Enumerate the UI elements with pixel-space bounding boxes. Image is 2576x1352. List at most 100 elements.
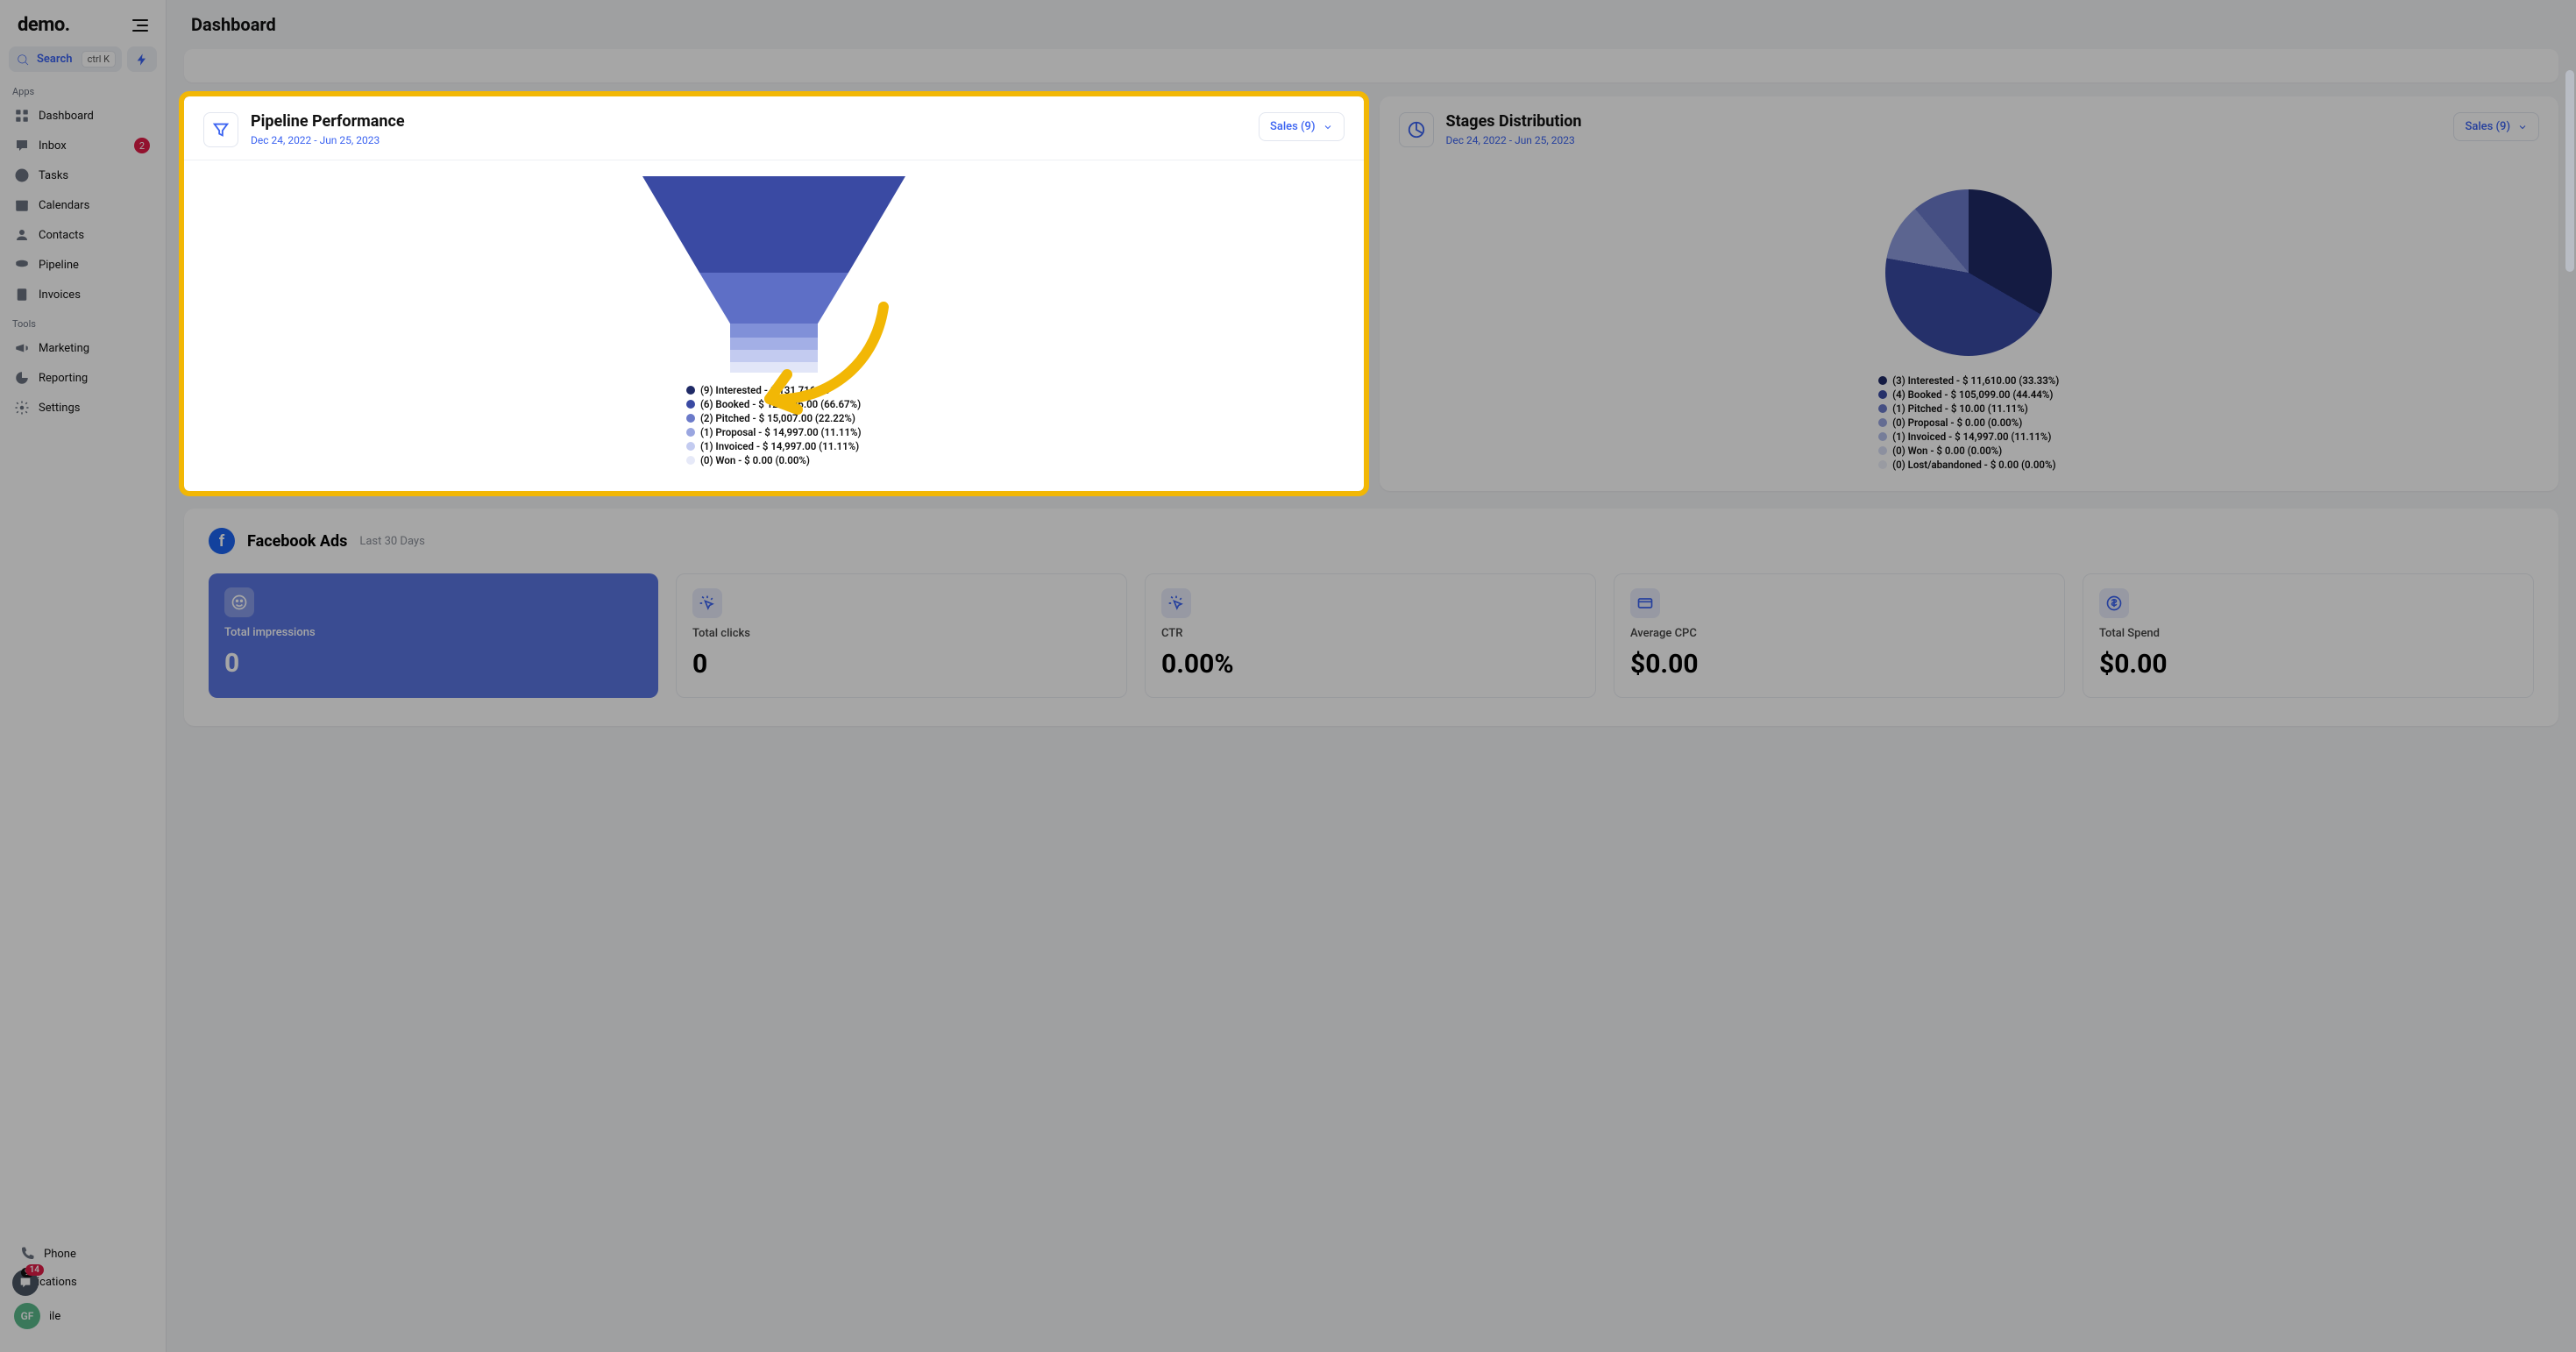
pipeline-performance-card: Pipeline Performance Dec 24, 2022 - Jun … <box>184 96 1364 491</box>
gear-icon <box>14 400 30 416</box>
card-icon <box>1630 588 1660 618</box>
calendar-icon <box>14 197 30 213</box>
nav-label: Dashboard <box>39 110 94 123</box>
fb-title: Facebook Ads <box>247 532 347 551</box>
sidebar-item-pipeline[interactable]: Pipeline <box>7 250 159 280</box>
sidebar: demo. Search ctrl K Apps Dashboard Inbox… <box>0 0 167 1352</box>
app-logo: demo. <box>18 14 70 36</box>
scrollbar-thumb[interactable] <box>2565 70 2574 272</box>
legend-item: (0) Won - $ 0.00 (0.00%) <box>686 453 862 467</box>
legend-item: (0) Proposal - $ 0.00 (0.00%) <box>1878 416 2059 430</box>
content-strip <box>184 49 2558 82</box>
nav-label: Invoices <box>39 288 81 302</box>
stages-filter-dropdown[interactable]: Sales (9) <box>2453 112 2539 141</box>
menu-collapse-icon[interactable] <box>132 19 148 32</box>
metric-value: 0 <box>692 649 1111 680</box>
legend-item: (0) Won - $ 0.00 (0.00%) <box>1878 444 2059 458</box>
invoice-icon <box>14 287 30 302</box>
legend-item: (2) Pitched - $ 15,007.00 (22.22%) <box>686 411 862 425</box>
pipeline-icon <box>14 257 30 273</box>
dropdown-label: Sales (9) <box>2465 120 2510 133</box>
pie-chart-icon <box>1399 112 1434 147</box>
legend-item: (1) Invoiced - $ 14,997.00 (11.11%) <box>686 439 862 453</box>
chart-icon <box>14 370 30 386</box>
stages-distribution-card: Stages Distribution Dec 24, 2022 - Jun 2… <box>1380 96 2559 491</box>
sidebar-item-calendars[interactable]: Calendars <box>7 190 159 220</box>
search-icon <box>16 53 30 67</box>
metric-ctr[interactable]: CTR 0.00% <box>1145 573 1596 698</box>
funnel-chart <box>642 176 905 373</box>
card-title: Stages Distribution <box>1446 112 2442 131</box>
dollar-icon <box>2099 588 2129 618</box>
sidebar-item-inbox[interactable]: Inbox 2 <box>7 131 159 160</box>
card-date-range[interactable]: Dec 24, 2022 - Jun 25, 2023 <box>251 134 1246 146</box>
sidebar-item-contacts[interactable]: Contacts <box>7 220 159 250</box>
metric-clicks[interactable]: Total clicks 0 <box>676 573 1127 698</box>
pipeline-filter-dropdown[interactable]: Sales (9) <box>1259 112 1345 141</box>
metric-value: $0.00 <box>2099 649 2517 680</box>
sidebar-item-notifications[interactable]: 9 14 ications <box>12 1269 153 1296</box>
nav-label: Calendars <box>39 199 89 212</box>
sidebar-item-settings[interactable]: Settings <box>7 393 159 423</box>
legend-item: (1) Proposal - $ 14,997.00 (11.11%) <box>686 425 862 439</box>
inbox-icon <box>14 138 30 153</box>
click-icon <box>692 588 722 618</box>
sidebar-section-apps: Apps <box>7 77 159 101</box>
smile-icon <box>224 587 254 617</box>
person-icon <box>14 227 30 243</box>
facebook-icon: f <box>209 528 235 554</box>
metric-impressions[interactable]: Total impressions 0 <box>209 573 658 698</box>
nav-label: ile <box>49 1310 60 1323</box>
metric-value: 0.00% <box>1161 649 1579 680</box>
metric-label: Average CPC <box>1630 627 2048 640</box>
card-date-range[interactable]: Dec 24, 2022 - Jun 25, 2023 <box>1446 134 2442 146</box>
search-button[interactable]: Search ctrl K <box>9 46 122 72</box>
sidebar-item-marketing[interactable]: Marketing <box>7 333 159 363</box>
inbox-badge: 2 <box>134 138 150 153</box>
chevron-down-icon <box>1323 122 1333 132</box>
nav-label: Marketing <box>39 342 89 355</box>
metric-value: $0.00 <box>1630 649 2048 680</box>
sidebar-item-reporting[interactable]: Reporting <box>7 363 159 393</box>
sidebar-section-tools: Tools <box>7 310 159 333</box>
metric-value: 0 <box>224 648 642 679</box>
bolt-icon <box>135 53 149 67</box>
sidebar-item-profile[interactable]: GF ile <box>12 1296 153 1336</box>
legend-item: (6) Booked - $ 120,106.00 (66.67%) <box>686 397 862 411</box>
search-shortcut: ctrl K <box>82 52 115 67</box>
metric-label: CTR <box>1161 627 1579 640</box>
metric-cpc[interactable]: Average CPC $0.00 <box>1614 573 2065 698</box>
check-icon <box>14 167 30 183</box>
megaphone-icon <box>14 340 30 356</box>
chevron-down-icon <box>2517 122 2528 132</box>
funnel-legend: (9) Interested - $ 131,716.00 (6) Booked… <box>686 383 862 467</box>
cursor-icon <box>1161 588 1191 618</box>
dropdown-label: Sales (9) <box>1270 120 1316 133</box>
pie-legend: (3) Interested - $ 11,610.00 (33.33%) (4… <box>1878 374 2059 472</box>
sidebar-item-tasks[interactable]: Tasks <box>7 160 159 190</box>
pie-chart <box>1885 189 2052 356</box>
legend-item: (0) Lost/abandoned - $ 0.00 (0.00%) <box>1878 458 2059 472</box>
nav-label: Reporting <box>39 372 88 385</box>
metric-label: Total impressions <box>224 626 642 639</box>
nav-label: ications <box>37 1276 77 1289</box>
legend-item: (9) Interested - $ 131,716.00 <box>686 383 862 397</box>
fb-subtitle: Last 30 Days <box>359 535 424 548</box>
nav-label: Phone <box>44 1248 76 1261</box>
nav-label: Inbox <box>39 139 67 153</box>
page-title: Dashboard <box>167 0 2576 49</box>
metric-spend[interactable]: Total Spend $0.00 <box>2083 573 2534 698</box>
search-label: Search <box>37 53 75 66</box>
legend-item: (1) Invoiced - $ 14,997.00 (11.11%) <box>1878 430 2059 444</box>
notifications-badge: 14 <box>25 1264 44 1276</box>
facebook-ads-card: f Facebook Ads Last 30 Days Total impres… <box>184 509 2558 726</box>
sidebar-item-dashboard[interactable]: Dashboard <box>7 101 159 131</box>
quick-action-button[interactable] <box>127 46 157 72</box>
nav-label: Contacts <box>39 229 84 242</box>
legend-item: (3) Interested - $ 11,610.00 (33.33%) <box>1878 374 2059 388</box>
sidebar-item-invoices[interactable]: Invoices <box>7 280 159 310</box>
card-title: Pipeline Performance <box>251 112 1246 131</box>
legend-item: (4) Booked - $ 105,099.00 (44.44%) <box>1878 388 2059 402</box>
legend-item: (1) Pitched - $ 10.00 (11.11%) <box>1878 402 2059 416</box>
nav-label: Pipeline <box>39 259 79 272</box>
